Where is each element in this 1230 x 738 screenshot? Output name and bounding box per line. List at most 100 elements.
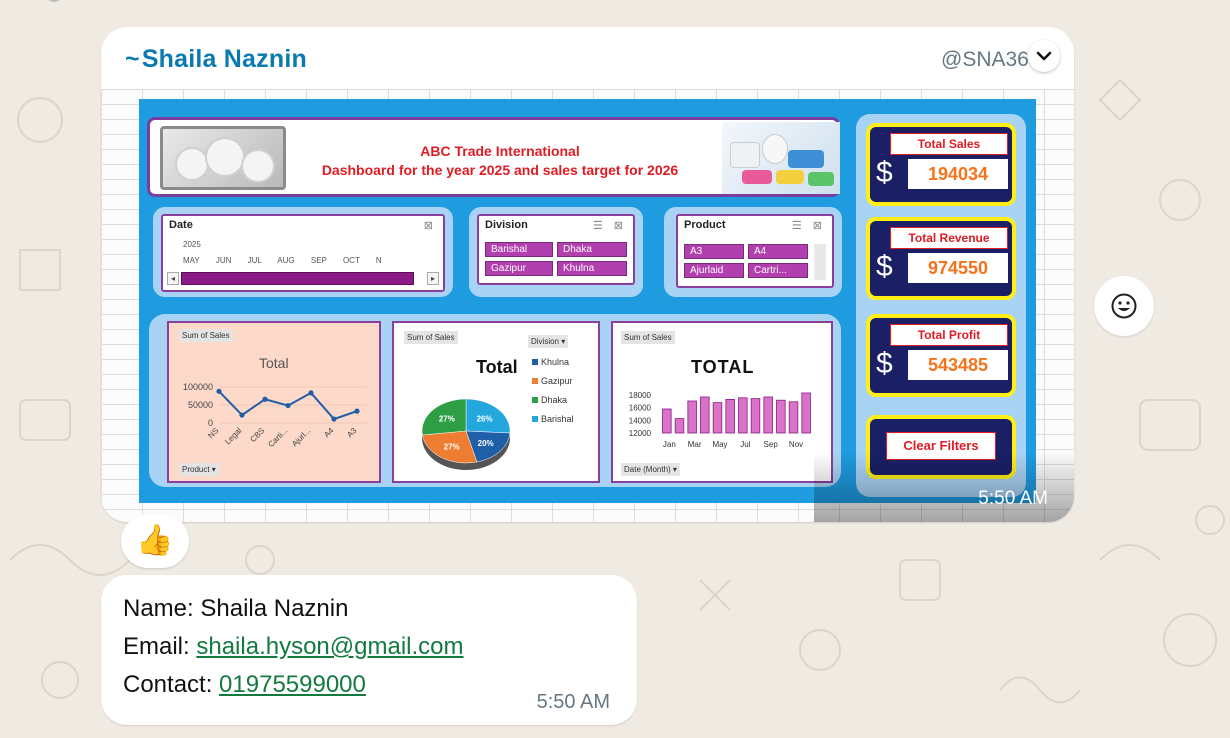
bar xyxy=(662,408,672,434)
line-chart-card[interactable]: Sum of Sales Total 100000 50000 0 NS Legal CB… xyxy=(167,321,381,483)
contact-label: Contact: xyxy=(123,671,220,698)
message-menu-button[interactable] xyxy=(1028,40,1060,72)
line-x-tick: A4 xyxy=(322,426,336,440)
timeline-selection-bar[interactable] xyxy=(181,272,414,285)
smiley-icon xyxy=(1111,293,1137,319)
bar-x-tick: Nov xyxy=(789,440,803,449)
bar-x-tick: May xyxy=(712,440,727,449)
kpi-total-sales-value: 194034 xyxy=(908,159,1008,189)
line-y-tick: 100000 xyxy=(183,382,213,392)
pie-data-label: 20% xyxy=(478,439,494,448)
pie-chart-plot: 26% 20% 27% 27% xyxy=(421,398,511,470)
bar xyxy=(788,401,799,434)
line-point xyxy=(216,388,222,394)
multiselect-filter-icons[interactable]: ☰ ⊠ xyxy=(792,219,826,232)
bar-y-tick: 12000 xyxy=(629,429,652,438)
timeline-months: MAY JUN JUL AUG SEP OCT N xyxy=(183,256,382,265)
bar-x-tick: Jan xyxy=(663,440,676,449)
bar xyxy=(725,399,735,434)
line-x-tick: NS xyxy=(206,426,220,440)
name-line: Name: Shaila Naznin xyxy=(123,595,348,623)
email-line: Email: shaila.hyson@gmail.com xyxy=(123,633,464,661)
timeline-scroll-right[interactable]: ▸ xyxy=(427,272,439,285)
pie-data-label: 26% xyxy=(477,414,493,423)
dollar-icon: $ xyxy=(876,156,893,189)
kpi-total-revenue-value: 974550 xyxy=(908,253,1008,283)
kpi-total-sales: Total Sales $ 194034 xyxy=(866,123,1016,206)
sender-prefix: ~ xyxy=(125,45,140,73)
timeline-year: 2025 xyxy=(183,240,201,249)
image-message-bubble[interactable]: ~Shaila Naznin @SNA36 ABC Trade Internat… xyxy=(101,27,1074,522)
date-slicer-title: Date xyxy=(169,219,193,231)
image-timestamp: 5:50 AM xyxy=(978,488,1048,509)
contact-message-bubble[interactable]: Name: Shaila Naznin Email: shaila.hyson@… xyxy=(101,575,637,725)
product-slicer[interactable]: Product ☰ ⊠ A3 A4 Ajurlaid Cartri... xyxy=(676,214,834,288)
title-line-2: Dashboard for the year 2025 and sales ta… xyxy=(321,162,679,178)
kpi-total-revenue-label: Total Revenue xyxy=(890,227,1008,249)
line-point xyxy=(262,396,268,402)
bar-chart-card[interactable]: Sum of Sales TOTAL 18000 16000 14000 12000 J… xyxy=(611,321,833,483)
thumbs-up-reaction[interactable]: 👍 xyxy=(121,514,189,568)
division-slicer[interactable]: Division ☰ ⊠ Barishal Dhaka Gazipur Khul… xyxy=(477,214,635,285)
bar xyxy=(750,398,761,434)
email-link[interactable]: shaila.hyson@gmail.com xyxy=(196,633,463,660)
paper-rolls-image xyxy=(160,126,286,190)
clear-filter-icon[interactable]: ⊠ xyxy=(424,219,437,232)
line-x-tick: Legal xyxy=(223,426,243,446)
line-y-tick: 50000 xyxy=(188,400,213,410)
division-chip-dhaka[interactable]: Dhaka xyxy=(557,242,627,257)
division-slicer-title: Division xyxy=(485,219,528,231)
sender-handle: @SNA36 xyxy=(941,48,1029,71)
product-filter-label: Product xyxy=(182,465,210,474)
bar xyxy=(776,399,786,434)
name-value: Shaila Naznin xyxy=(200,595,349,622)
chevron-down-icon xyxy=(1036,51,1052,61)
product-chip-ajurlaid[interactable]: Ajurlaid xyxy=(684,263,744,278)
kpi-total-profit-value: 543485 xyxy=(908,350,1008,380)
phone-link[interactable]: 01975599000 xyxy=(219,671,366,698)
month-filter-dropdown[interactable]: Date (Month) ▾ xyxy=(621,463,680,476)
line-point xyxy=(285,402,291,409)
bar xyxy=(712,402,723,434)
kpi-total-revenue: Total Revenue $ 974550 xyxy=(866,217,1016,300)
react-emoji-button[interactable] xyxy=(1094,276,1154,336)
line-x-tick: A3 xyxy=(345,426,359,440)
bar xyxy=(700,396,710,434)
image-time-overlay xyxy=(814,452,1074,522)
multiselect-filter-icons[interactable]: ☰ ⊠ xyxy=(593,219,627,232)
timeline-scroll-left[interactable]: ◂ xyxy=(167,272,179,285)
product-chip-cartri[interactable]: Cartri... xyxy=(748,263,808,278)
dollar-icon: $ xyxy=(876,250,893,283)
division-chip-barishal[interactable]: Barishal xyxy=(485,242,553,257)
line-chart-plot: 100000500000NS Legal CBS Carti... Ajurl... A4… xyxy=(183,382,367,449)
slicer-scrollbar[interactable] xyxy=(814,244,826,280)
kpi-total-profit-label: Total Profit xyxy=(890,324,1008,346)
sender-name[interactable]: ~Shaila Naznin xyxy=(125,45,307,74)
date-timeline-slicer[interactable]: Date ⊠ 2025 MAY JUN JUL AUG SEP OCT N ◂ … xyxy=(161,214,445,292)
line-x-tick: CBS xyxy=(248,426,266,444)
line-x-tick: Carti... xyxy=(266,426,289,449)
line-x-tick: Ajurl... xyxy=(290,426,312,448)
bar-x-tick: Sep xyxy=(764,440,779,449)
message-timestamp: 5:50 AM xyxy=(536,691,610,713)
kpi-total-sales-label: Total Sales xyxy=(890,133,1008,155)
bar xyxy=(687,400,697,434)
product-chip-a4[interactable]: A4 xyxy=(748,244,808,259)
product-chip-a3[interactable]: A3 xyxy=(684,244,744,259)
bar-x-tick: Jul xyxy=(740,440,750,449)
dashboard-title-panel: ABC Trade International Dashboard for th… xyxy=(147,117,840,197)
line-point xyxy=(331,416,337,422)
bar-x-tick: Mar xyxy=(688,440,702,449)
pie-chart-card[interactable]: Sum of Sales Total Division ▾ Khulna Gazi… xyxy=(392,321,600,483)
bar xyxy=(674,418,685,434)
product-filter-dropdown[interactable]: Product ▾ xyxy=(179,463,219,476)
bar-y-tick: 18000 xyxy=(629,391,652,400)
division-chip-khulna[interactable]: Khulna xyxy=(557,261,627,276)
line-point xyxy=(308,390,314,396)
name-label: Name: xyxy=(123,595,201,622)
dashboard-image[interactable]: ABC Trade International Dashboard for th… xyxy=(101,89,1074,522)
division-chip-gazipur[interactable]: Gazipur xyxy=(485,261,553,276)
bar xyxy=(738,397,748,434)
line-point xyxy=(239,412,245,418)
bar-chart-plot: 18000 16000 14000 12000 Jan Mar May Jul Sep Nov xyxy=(629,391,811,449)
